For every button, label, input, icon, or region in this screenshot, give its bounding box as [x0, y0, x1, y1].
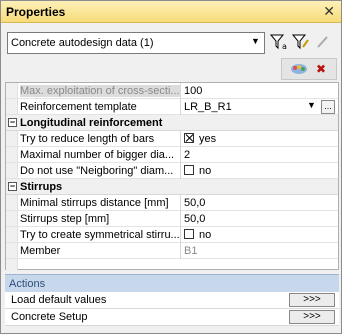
divider: [180, 211, 181, 227]
checkbox[interactable]: [184, 165, 194, 175]
dataset-select-value: Concrete autodesign data (1): [11, 37, 154, 49]
group-stirrups[interactable]: − Stirrups: [6, 179, 338, 195]
divider: [180, 227, 181, 243]
action-label: Concrete Setup: [11, 311, 88, 323]
checkbox-label: yes: [199, 133, 217, 145]
load-default-values-button[interactable]: >>>: [289, 293, 335, 307]
browse-button[interactable]: ...: [321, 100, 335, 114]
property-name: Stirrups step [mm]: [20, 213, 110, 225]
panel-title: Properties: [6, 5, 66, 19]
action-load-default-values: Load default values >>>: [5, 292, 339, 309]
divider: [180, 163, 181, 179]
property-grid: Max. exploitation of cross-secti... 100 …: [5, 82, 339, 271]
property-name: Try to create symmetrical stirru...: [20, 229, 180, 241]
property-value: 50,0: [184, 213, 206, 225]
property-row-reduce-length[interactable]: Try to reduce length of bars yes: [6, 131, 338, 147]
checkbox[interactable]: [184, 229, 194, 239]
divider: [180, 99, 181, 115]
action-concrete-setup: Concrete Setup >>>: [5, 309, 339, 326]
property-name: Maximal number of bigger dia...: [20, 149, 175, 161]
filter-edit-icon[interactable]: [291, 34, 311, 52]
checkbox-label: no: [199, 165, 212, 177]
toolbar: Concrete autodesign data (1) ▼ a ✖: [1, 24, 341, 82]
close-icon[interactable]: ✕: [323, 3, 335, 20]
collapse-icon[interactable]: −: [8, 118, 17, 127]
property-value: B1: [184, 245, 198, 257]
property-value: 2: [184, 149, 191, 161]
title-bar: Properties ✕: [1, 1, 341, 23]
divider: [180, 243, 181, 259]
chevron-down-icon: ▼: [251, 36, 260, 46]
property-name: Minimal stirrups distance [mm]: [20, 197, 169, 209]
actions-header-label: Actions: [9, 278, 46, 290]
pencil-icon[interactable]: [313, 34, 333, 52]
dataset-select[interactable]: Concrete autodesign data (1) ▼: [7, 32, 265, 54]
property-row-symmetrical-stirrups[interactable]: Try to create symmetrical stirru... no: [6, 227, 338, 243]
property-row-min-stirrups-distance[interactable]: Minimal stirrups distance [mm] 50,0: [6, 195, 338, 211]
checkbox[interactable]: [184, 133, 194, 143]
divider: [180, 83, 181, 99]
property-value: no: [184, 229, 334, 241]
action-label: Load default values: [11, 294, 107, 306]
property-value: 100: [184, 85, 203, 97]
property-row-max-exploitation[interactable]: Max. exploitation of cross-secti... 100: [6, 83, 338, 99]
property-value: 50,0: [184, 197, 206, 209]
group-label: Stirrups: [20, 181, 63, 193]
chevron-down-icon[interactable]: ▼: [307, 100, 319, 114]
group-label: Longitudinal reinforcement: [20, 117, 163, 129]
svg-text:a: a: [282, 42, 287, 50]
property-value: no: [184, 165, 334, 177]
property-row-neighboring[interactable]: Do not use "Neigboring" diam... no: [6, 163, 338, 179]
actions-header: Actions: [5, 274, 339, 292]
checkbox-label: no: [199, 229, 212, 241]
property-name: Try to reduce length of bars: [20, 133, 155, 145]
group-longitudinal-reinforcement[interactable]: − Longitudinal reinforcement: [6, 115, 338, 131]
property-row-member[interactable]: Member B1: [6, 243, 338, 259]
divider: [180, 195, 181, 211]
property-row-stirrups-step[interactable]: Stirrups step [mm] 50,0: [6, 211, 338, 227]
divider: [180, 147, 181, 163]
property-value: yes: [184, 133, 334, 145]
clear-format-icon[interactable]: ✖: [312, 62, 330, 76]
property-name: Member: [20, 245, 61, 257]
collapse-icon[interactable]: −: [8, 182, 17, 191]
divider: [180, 131, 181, 147]
property-row-max-bigger-diameters[interactable]: Maximal number of bigger dia... 2: [6, 147, 338, 163]
concrete-setup-button[interactable]: >>>: [289, 310, 335, 324]
property-row-reinforcement-template[interactable]: Reinforcement template LR_B_R1 ▼ ...: [6, 99, 338, 115]
property-name: Do not use "Neigboring" diam...: [20, 165, 174, 177]
properties-panel: Properties ✕ Concrete autodesign data (1…: [0, 0, 342, 334]
property-name: Max. exploitation of cross-secti...: [20, 85, 180, 97]
property-name: Reinforcement template: [20, 101, 137, 113]
view-toolbar: ✖: [281, 58, 337, 80]
palette-icon[interactable]: [290, 63, 308, 75]
filter-icon[interactable]: a: [269, 34, 289, 52]
